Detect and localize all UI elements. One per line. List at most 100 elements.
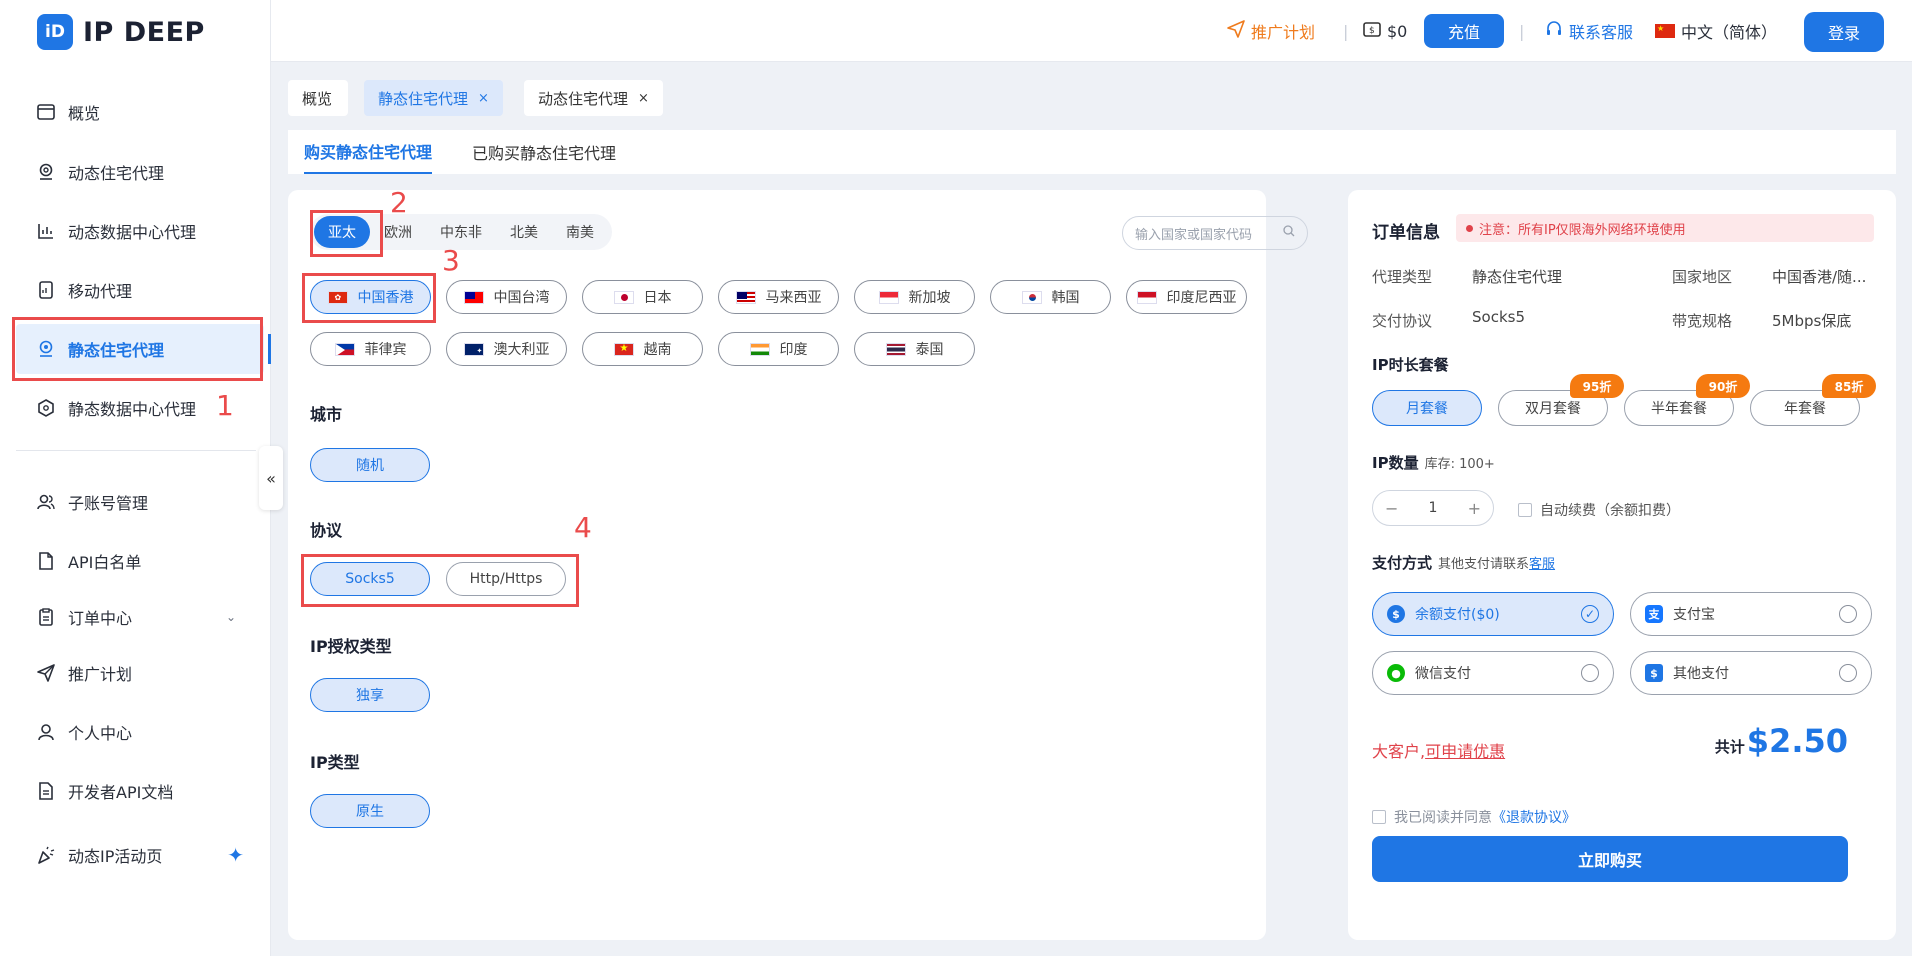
sidebar-item-profile[interactable]: 个人中心 bbox=[16, 707, 264, 757]
auto-renew-option[interactable]: 自动续费（余额扣费） bbox=[1518, 500, 1680, 520]
agreement-option[interactable]: 我已阅读并同意《退款协议》 bbox=[1372, 807, 1576, 827]
sidebar-item-mobile[interactable]: 移动代理 bbox=[16, 265, 264, 315]
proxy-type-value: 静态住宅代理 bbox=[1472, 268, 1563, 286]
sidebar-item-dynamic-datacenter[interactable]: 动态数据中心代理 bbox=[16, 206, 264, 256]
country-chip-taiwan[interactable]: 中国台湾 bbox=[446, 280, 567, 314]
country-chip-philippines[interactable]: 菲律宾 bbox=[310, 332, 431, 366]
region-tab-asia-pacific[interactable]: 亚太 bbox=[314, 216, 370, 248]
country-chip-singapore[interactable]: 新加坡 bbox=[854, 280, 975, 314]
brand-logo[interactable]: iD IP DEEP bbox=[37, 14, 205, 50]
sidebar-item-label: 个人中心 bbox=[68, 724, 133, 743]
region-tab-middle-east-africa[interactable]: 中东非 bbox=[426, 216, 496, 248]
svg-text:$: $ bbox=[1369, 26, 1375, 36]
balance-value: $0 bbox=[1387, 21, 1408, 41]
balance: $ $0 bbox=[1363, 0, 1407, 62]
region-tab-south-america[interactable]: 南美 bbox=[552, 216, 608, 248]
topbar: 推广计划 | $ $0 充值 | 联系客服 中文（简体） 登录 bbox=[271, 0, 1912, 62]
country-search-input[interactable]: 输入国家或国家代码 bbox=[1122, 216, 1308, 250]
close-icon[interactable]: × bbox=[478, 91, 489, 106]
wechat-icon: ● bbox=[1387, 664, 1405, 682]
pay-other[interactable]: $ 其他支付 bbox=[1630, 651, 1872, 695]
pin-icon bbox=[36, 339, 56, 359]
pay-balance[interactable]: $ 余额支付($0) ✓ bbox=[1372, 592, 1614, 636]
plus-button[interactable]: + bbox=[1468, 499, 1481, 518]
country-chip-australia[interactable]: ✦ 澳大利亚 bbox=[446, 332, 567, 366]
total-amount: $2.50 bbox=[1746, 722, 1848, 760]
chart-icon bbox=[36, 221, 56, 241]
logo-mark-icon: iD bbox=[37, 14, 73, 50]
quantity-value[interactable]: 1 bbox=[1429, 500, 1438, 516]
location-icon bbox=[36, 162, 56, 182]
chip-label: 印度 bbox=[779, 342, 808, 358]
agree-checkbox[interactable] bbox=[1372, 810, 1386, 824]
china-flag-icon bbox=[1655, 24, 1675, 38]
sidebar-item-label: 开发者API文档 bbox=[68, 783, 174, 802]
payment-section-label: 支付方式 其他支付请联系客服 bbox=[1372, 552, 1555, 573]
vietnam-flag-icon: ★ bbox=[613, 342, 634, 356]
sidebar-item-developer-api[interactable]: 开发者API文档 bbox=[16, 766, 264, 816]
protocol-option-http[interactable]: Http/Https bbox=[446, 562, 566, 596]
region-tab-europe[interactable]: 欧洲 bbox=[370, 216, 426, 248]
total-label: 共计 bbox=[1714, 738, 1745, 756]
support-link[interactable]: 联系客服 bbox=[1545, 0, 1633, 62]
region-tab-north-america[interactable]: 北美 bbox=[496, 216, 552, 248]
apply-discount-link[interactable]: 可申请优惠 bbox=[1425, 742, 1505, 761]
pay-alipay[interactable]: 支 支付宝 bbox=[1630, 592, 1872, 636]
brand-name: IP DEEP bbox=[83, 16, 205, 48]
sidebar-item-dynamic-residential[interactable]: 动态住宅代理 bbox=[16, 147, 264, 197]
pay-label: 支付宝 bbox=[1673, 607, 1715, 623]
auth-option-exclusive[interactable]: 独享 bbox=[310, 678, 430, 712]
tab-overview[interactable]: 概览 bbox=[288, 80, 348, 116]
send-icon bbox=[1227, 20, 1245, 42]
sidebar-item-api-whitelist[interactable]: API白名单 bbox=[16, 536, 264, 586]
pay-label: 余额支付($0) bbox=[1415, 607, 1500, 623]
sidebar-item-promotion[interactable]: 推广计划 bbox=[16, 648, 264, 698]
collapse-sidebar-button[interactable]: « bbox=[259, 446, 283, 510]
country-chip-india[interactable]: 印度 bbox=[718, 332, 839, 366]
protocol-option-socks5[interactable]: Socks5 bbox=[310, 562, 430, 596]
recharge-button[interactable]: 充值 bbox=[1424, 14, 1504, 48]
refund-policy-link[interactable]: 《退款协议》 bbox=[1492, 810, 1576, 826]
country-chip-vietnam[interactable]: ★ 越南 bbox=[582, 332, 703, 366]
promo-link[interactable]: 推广计划 bbox=[1227, 0, 1315, 62]
support-link[interactable]: 客服 bbox=[1529, 557, 1555, 572]
ip-type-option-native[interactable]: 原生 bbox=[310, 794, 430, 828]
payment-sub-text: 其他支付请联系 bbox=[1438, 557, 1530, 572]
login-button[interactable]: 登录 bbox=[1804, 12, 1884, 52]
region-value: 中国香港/随... bbox=[1772, 268, 1867, 286]
city-label: 城市 bbox=[310, 405, 343, 424]
sidebar-item-overview[interactable]: 概览 bbox=[16, 87, 264, 137]
country-chip-korea[interactable]: 韩国 bbox=[990, 280, 1111, 314]
sidebar-item-orders[interactable]: 订单中心 ⌄ bbox=[16, 592, 264, 642]
radio-icon bbox=[1581, 664, 1599, 682]
city-option-random[interactable]: 随机 bbox=[310, 448, 430, 482]
subtab-bought[interactable]: 已购买静态住宅代理 bbox=[472, 130, 616, 174]
wallet-icon: $ bbox=[1363, 20, 1381, 42]
plan-monthly[interactable]: 月套餐 bbox=[1372, 390, 1482, 426]
auto-renew-checkbox[interactable] bbox=[1518, 503, 1532, 517]
big-client-offer: 大客户,可申请优惠 bbox=[1372, 738, 1505, 762]
hong-kong-flag-icon: ✿ bbox=[327, 290, 348, 304]
tab-dynamic-residential[interactable]: 动态住宅代理 × bbox=[524, 80, 663, 116]
sidebar-item-label: 静态住宅代理 bbox=[68, 341, 165, 360]
minus-button[interactable]: − bbox=[1385, 499, 1398, 518]
country-chip-thailand[interactable]: 泰国 bbox=[854, 332, 975, 366]
singapore-flag-icon bbox=[878, 290, 899, 304]
country-chip-hong-kong[interactable]: ✿ 中国香港 bbox=[310, 280, 431, 314]
tab-static-residential[interactable]: 静态住宅代理 × bbox=[364, 80, 503, 116]
sidebar-item-sub-accounts[interactable]: 子账号管理 bbox=[16, 477, 264, 527]
subtab-buy[interactable]: 购买静态住宅代理 bbox=[304, 130, 433, 174]
sidebar-item-static-residential[interactable]: 静态住宅代理 bbox=[16, 324, 264, 374]
sidebar-item-dynamic-ip-event[interactable]: 动态IP活动页 ✦ bbox=[16, 830, 264, 880]
country-chip-indonesia[interactable]: 印度尼西亚 bbox=[1126, 280, 1247, 314]
sidebar-item-label: 移动代理 bbox=[68, 282, 133, 301]
alert-dot-icon bbox=[1466, 224, 1473, 232]
proxy-type-label: 代理类型 bbox=[1372, 268, 1433, 286]
country-chip-malaysia[interactable]: 马来西亚 bbox=[718, 280, 839, 314]
language-selector[interactable]: 中文（简体） bbox=[1655, 0, 1777, 62]
pay-wechat[interactable]: ● 微信支付 bbox=[1372, 651, 1614, 695]
buy-now-button[interactable]: 立即购买 bbox=[1372, 836, 1848, 882]
country-chip-japan[interactable]: 日本 bbox=[582, 280, 703, 314]
order-title: 订单信息 bbox=[1372, 223, 1440, 243]
close-icon[interactable]: × bbox=[638, 91, 649, 106]
